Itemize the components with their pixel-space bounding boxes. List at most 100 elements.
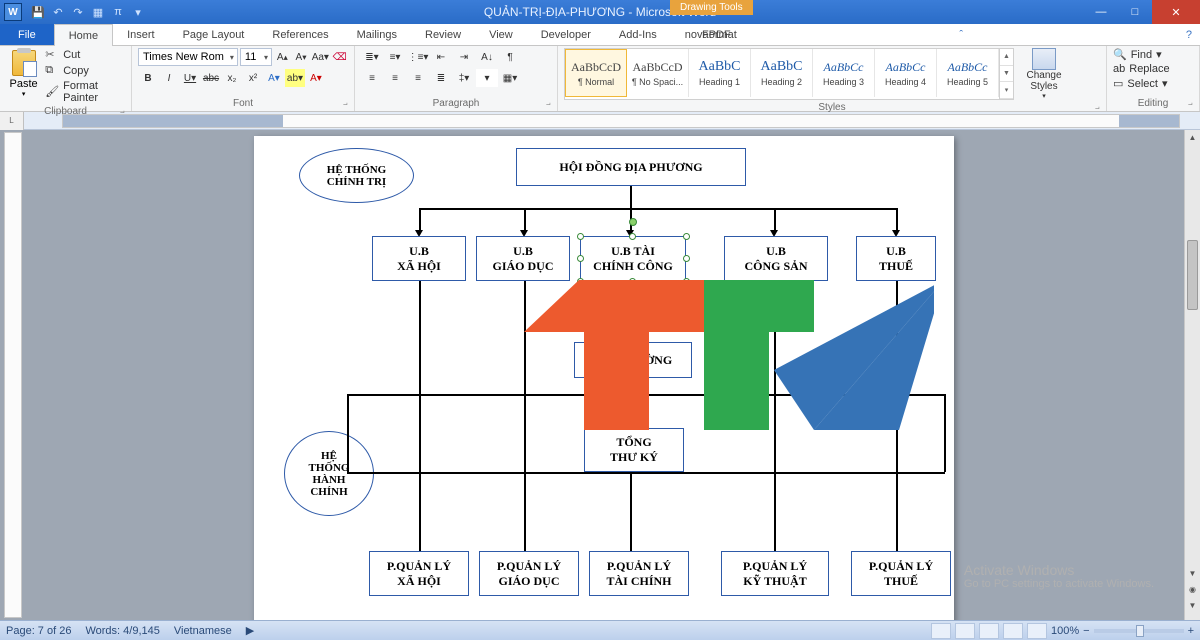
scroll-up-icon[interactable]: ▲ [1185,130,1200,144]
zoom-out-button[interactable]: − [1083,625,1089,637]
bullets-button[interactable]: ≣▾ [361,48,383,66]
tab-view[interactable]: View [475,24,527,45]
sort-button[interactable]: A↓ [476,48,498,66]
bold-button[interactable]: B [138,69,158,87]
diagram-box-ub3-selected[interactable]: U.B TÀI CHÍNH CÔNG [580,236,686,281]
diagram-box-p1[interactable]: P.QUẢN LÝ XÃ HỘI [369,551,469,596]
maximize-button[interactable]: □ [1118,0,1152,24]
selection-handle[interactable] [629,233,636,240]
borders-button[interactable]: ▦▾ [499,69,521,87]
decrease-indent-button[interactable]: ⇤ [430,48,452,66]
style-heading5[interactable]: AaBbCcHeading 5 [937,49,999,97]
view-draft[interactable] [1027,623,1047,639]
select-button[interactable]: ▭Select ▾ [1113,77,1193,90]
style-heading2[interactable]: AaBbCHeading 2 [751,49,813,97]
qat-item[interactable]: ▦ [90,4,106,20]
prev-page-icon[interactable]: ◉ [1185,582,1200,596]
tab-developer[interactable]: Developer [527,24,605,45]
font-name-combo[interactable]: Times New Rom [138,48,238,66]
numbering-button[interactable]: ≡▾ [384,48,406,66]
selection-handle[interactable] [683,255,690,262]
horizontal-ruler[interactable] [62,114,1180,128]
vertical-scrollbar[interactable]: ▲ ▼ ◉ ▼ [1184,130,1200,620]
tab-format[interactable]: Format [688,24,751,46]
style-normal[interactable]: AaBbCcD¶ Normal [565,49,627,97]
status-page[interactable]: Page: 7 of 26 [6,625,71,637]
diagram-box-p2[interactable]: P.QUẢN LÝ GIÁO DỤC [479,551,579,596]
status-words[interactable]: Words: 4/9,145 [85,625,159,637]
diagram-box-ub5[interactable]: U.B THUẾ [856,236,936,281]
replace-button[interactable]: abReplace [1113,63,1193,75]
gallery-down-icon[interactable]: ▼ [1000,66,1013,83]
tab-references[interactable]: References [258,24,342,45]
view-print-layout[interactable] [931,623,951,639]
cut-button[interactable]: ✂Cut [45,48,125,62]
vertical-ruler[interactable] [4,132,22,618]
style-heading3[interactable]: AaBbCcHeading 3 [813,49,875,97]
diagram-box-ub1[interactable]: U.B XÃ HỘI [372,236,466,281]
undo-icon[interactable]: ↶ [50,4,66,20]
diagram-box-p3[interactable]: P.QUẢN LÝ TÀI CHÍNH [589,551,689,596]
increase-indent-button[interactable]: ⇥ [453,48,475,66]
zoom-in-button[interactable]: + [1188,625,1194,637]
selection-handle[interactable] [683,233,690,240]
show-marks-button[interactable]: ¶ [499,48,521,66]
diagram-box-p5[interactable]: P.QUẢN LÝ THUẾ [851,551,951,596]
diagram-ellipse-politics[interactable]: HỆ THỐNG CHÍNH TRỊ [299,148,414,203]
clear-formatting-button[interactable]: ⌫ [331,48,348,66]
rotate-handle[interactable] [629,218,637,226]
redo-icon[interactable]: ↷ [70,4,86,20]
tab-home[interactable]: Home [54,24,113,46]
shrink-font-button[interactable]: A▾ [293,48,310,66]
align-left-button[interactable]: ≡ [361,69,383,87]
strike-button[interactable]: abc [201,69,221,87]
save-icon[interactable]: 💾 [30,4,46,20]
align-center-button[interactable]: ≡ [384,69,406,87]
selection-handle[interactable] [577,233,584,240]
close-button[interactable]: ✕ [1152,0,1200,24]
tab-page-layout[interactable]: Page Layout [169,24,259,45]
align-right-button[interactable]: ≡ [407,69,429,87]
paste-button[interactable]: Paste ▾ [6,48,41,104]
qat-more-icon[interactable]: ▾ [130,4,146,20]
diagram-ellipse-admin[interactable]: HỆ THỐNG HÀNH CHÍNH [284,431,374,516]
grow-font-button[interactable]: A▴ [274,48,291,66]
style-no-spacing[interactable]: AaBbCcD¶ No Spaci... [627,49,689,97]
scroll-down-icon[interactable]: ▼ [1185,566,1200,580]
shading-button[interactable]: ▾ [476,69,498,87]
underline-button[interactable]: U▾ [180,69,200,87]
tab-mailings[interactable]: Mailings [343,24,411,45]
font-size-combo[interactable]: 11 [240,48,272,66]
diagram-box-ub4[interactable]: U.B CÔNG SẢN [724,236,828,281]
gallery-more-icon[interactable]: ▾ [1000,82,1013,99]
multilevel-button[interactable]: ⋮≡▾ [407,48,429,66]
zoom-level[interactable]: 100% [1051,625,1079,637]
selection-handle[interactable] [577,255,584,262]
line-spacing-button[interactable]: ‡▾ [453,69,475,87]
tab-review[interactable]: Review [411,24,475,45]
superscript-button[interactable]: x² [243,69,263,87]
style-heading1[interactable]: AaBbCHeading 1 [689,49,751,97]
style-heading4[interactable]: AaBbCcHeading 4 [875,49,937,97]
italic-button[interactable]: I [159,69,179,87]
status-language[interactable]: Vietnamese [174,625,232,637]
styles-gallery[interactable]: AaBbCcD¶ Normal AaBbCcD¶ No Spaci... AaB… [564,48,1014,100]
zoom-slider[interactable] [1094,629,1184,633]
next-page-icon[interactable]: ▼ [1185,598,1200,612]
subscript-button[interactable]: x₂ [222,69,242,87]
diagram-box-p4[interactable]: P.QUẢN LÝ KỸ THUẬT [721,551,829,596]
view-outline[interactable] [1003,623,1023,639]
change-case-button[interactable]: Aa▾ [311,48,329,66]
view-web-layout[interactable] [979,623,999,639]
font-color-button[interactable]: A▾ [306,69,326,87]
view-full-screen[interactable] [955,623,975,639]
help-icon[interactable]: ? [1178,24,1200,45]
highlight-button[interactable]: ab▾ [285,69,305,87]
copy-button[interactable]: ⧉Copy [45,64,125,78]
tab-insert[interactable]: Insert [113,24,169,45]
scroll-thumb[interactable] [1187,240,1198,310]
diagram-box-ub2[interactable]: U.B GIÁO DỤC [476,236,570,281]
tab-file[interactable]: File [0,24,54,45]
find-button[interactable]: 🔍Find ▾ [1113,48,1193,61]
status-macro-icon[interactable]: ▶ [246,624,254,637]
